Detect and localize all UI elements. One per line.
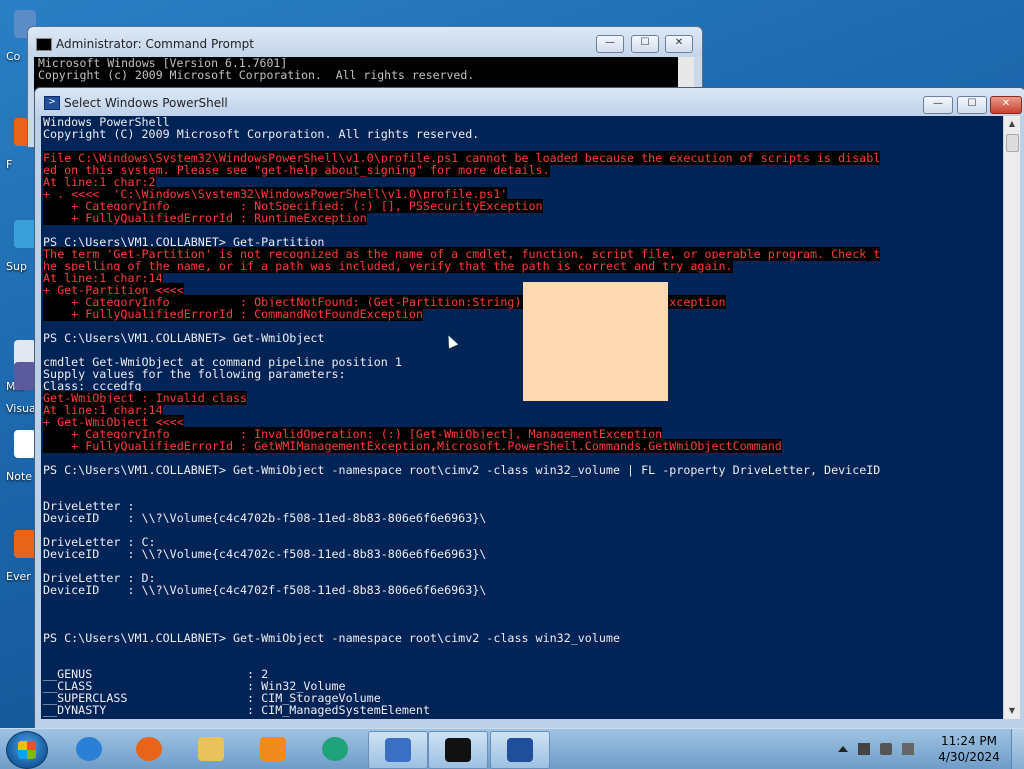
taskbar-button[interactable] — [244, 731, 302, 767]
console-error-line: + FullyQualifiedErrorId : GetWMIManageme… — [41, 439, 1003, 453]
command-prompt-icon — [36, 38, 52, 51]
console-text: + FullyQualifiedErrorId : CommandNotFoun… — [43, 307, 423, 321]
system-tray: 11:24 PM 4/30/2024 — [834, 729, 1024, 769]
console-line: __DYNASTY : CIM_ManagedSystemElement — [41, 704, 1003, 716]
taskbar-button[interactable] — [120, 731, 178, 767]
console-text: PS C:\Users\VM1.COLLABNET> Get-WmiObject… — [43, 463, 881, 477]
taskbar: 11:24 PM 4/30/2024 — [0, 728, 1024, 769]
console-line: Copyright (C) 2009 Microsoft Corporation… — [41, 128, 1003, 140]
console-line: DeviceID : \\?\Volume{c4c4702b-f508-11ed… — [41, 512, 1003, 524]
taskbar-button[interactable] — [182, 731, 240, 767]
command-prompt-icon — [445, 738, 471, 762]
redaction-block — [523, 282, 668, 401]
console-text: Copyright (C) 2009 Microsoft Corporation… — [43, 127, 480, 141]
windows-logo-icon — [18, 741, 36, 759]
desktop-shortcut-icon — [14, 220, 36, 248]
powershell-window[interactable]: > Select Windows PowerShell — ☐ ✕ Window… — [34, 87, 1024, 729]
desktop-icon-label: F — [6, 158, 13, 171]
powershell-icon: > — [44, 96, 60, 110]
close-button[interactable]: ✕ — [990, 96, 1022, 114]
powershell-console[interactable]: Windows PowerShell Copyright (C) 2009 Mic… — [41, 116, 1003, 719]
console-text: DeviceID : \\?\Volume{c4c4702b-f508-11ed… — [43, 511, 487, 525]
file-explorer-icon — [198, 737, 224, 761]
console-line: PS C:\Users\VM1.COLLABNET> Get-WmiObject — [41, 332, 1003, 344]
console-error-line: + FullyQualifiedErrorId : RuntimeExcepti… — [41, 211, 1003, 225]
app-globe-icon — [322, 737, 348, 761]
console-line: DeviceID : \\?\Volume{c4c4702f-f508-11ed… — [41, 584, 1003, 596]
firefox-icon — [136, 737, 162, 761]
desktop-icon-label: Sup — [6, 260, 27, 273]
desktop-shortcut-icon — [14, 530, 36, 558]
desktop-icon[interactable]: Ever — [0, 530, 36, 590]
console-text: + FullyQualifiedErrorId : GetWMIManageme… — [43, 439, 782, 453]
desktop-icon-label: Visua — [6, 402, 36, 415]
console-line: PS C:\Users\VM1.COLLABNET> Get-WmiObject… — [41, 464, 1003, 476]
taskbar-button[interactable] — [60, 731, 118, 767]
desktop-icon-label: Note — [6, 470, 33, 483]
cmd-window-title: Administrator: Command Prompt — [56, 37, 254, 51]
maximize-button[interactable]: ☐ — [631, 35, 659, 53]
desktop-icon[interactable]: Note — [0, 430, 36, 490]
volume-muted-icon[interactable] — [902, 743, 914, 755]
ps-titlebar[interactable]: > Select Windows PowerShell — ☐ ✕ — [35, 88, 1024, 116]
taskbar-button[interactable] — [428, 731, 488, 769]
minimize-button[interactable]: — — [596, 35, 624, 53]
console-line: PS C:\Users\VM1.COLLABNET> Get-WmiObject… — [41, 632, 1003, 644]
show-desktop-button[interactable] — [1011, 729, 1024, 769]
console-line: Copyright (c) 2009 Microsoft Corporation… — [38, 68, 475, 82]
powershell-icon — [507, 738, 533, 762]
console-text: PS C:\Users\VM1.COLLABNET> Get-WmiObject — [43, 331, 325, 345]
console-error-line: At line:1 char:14 — [41, 403, 1003, 417]
console-error-line: At line:1 char:14 — [41, 271, 1003, 285]
console-error-line: + FullyQualifiedErrorId : CommandNotFoun… — [41, 307, 1003, 321]
close-button[interactable]: ✕ — [665, 35, 693, 53]
console-text: DeviceID : \\?\Volume{c4c4702f-f508-11ed… — [43, 583, 487, 597]
console-line: DeviceID : \\?\Volume{c4c4702c-f508-11ed… — [41, 548, 1003, 560]
cmd-titlebar[interactable]: Administrator: Command Prompt — ☐ ✕ — [28, 27, 702, 57]
start-button[interactable] — [6, 731, 48, 769]
taskbar-button[interactable] — [490, 731, 550, 769]
internet-explorer-icon — [76, 737, 102, 761]
scroll-thumb[interactable] — [1006, 134, 1019, 152]
console-error-line: he spelling of the name, or if a path wa… — [41, 259, 1003, 273]
show-hidden-icons-icon[interactable] — [838, 746, 848, 752]
desktop-shortcut-icon — [14, 430, 36, 458]
desktop-icon-label: Co — [6, 50, 21, 63]
maximize-button[interactable]: ☐ — [957, 96, 987, 114]
ps-scrollbar[interactable]: ▲ ▼ — [1003, 116, 1020, 719]
console-text: + FullyQualifiedErrorId : RuntimeExcepti… — [43, 211, 367, 225]
desktop-icon[interactable]: Visua — [0, 362, 36, 422]
console-text: PS C:\Users\VM1.COLLABNET> Get-WmiObject… — [43, 631, 620, 645]
console-error-line: Get-WmiObject : Invalid class — [41, 391, 1003, 405]
console-text: __DYNASTY : CIM_ManagedSystemElement — [43, 703, 431, 717]
taskbar-button[interactable] — [368, 731, 428, 769]
desktop-icon-label: Ever — [6, 570, 31, 583]
network-icon[interactable] — [880, 743, 892, 755]
clock-date[interactable]: 4/30/2024 — [934, 750, 1004, 764]
ps-window-title: Select Windows PowerShell — [64, 96, 228, 110]
task-checklist-icon — [385, 738, 411, 762]
console-error-line: ed on this system. Please see "get-help … — [41, 163, 1003, 177]
clock-time[interactable]: 11:24 PM — [934, 734, 1004, 748]
console-line: Supply values for the following paramete… — [41, 368, 1003, 380]
scroll-up-arrow-icon[interactable]: ▲ — [1004, 116, 1020, 132]
minimize-button[interactable]: — — [923, 96, 953, 114]
scroll-down-arrow-icon[interactable]: ▼ — [1004, 703, 1020, 719]
taskbar-button[interactable] — [306, 731, 364, 767]
console-text: DeviceID : \\?\Volume{c4c4702c-f508-11ed… — [43, 547, 487, 561]
desktop-shortcut-icon — [14, 362, 36, 390]
media-player-icon — [260, 737, 286, 761]
desktop-icon[interactable]: Sup — [0, 220, 36, 280]
flag-icon[interactable] — [858, 743, 870, 755]
